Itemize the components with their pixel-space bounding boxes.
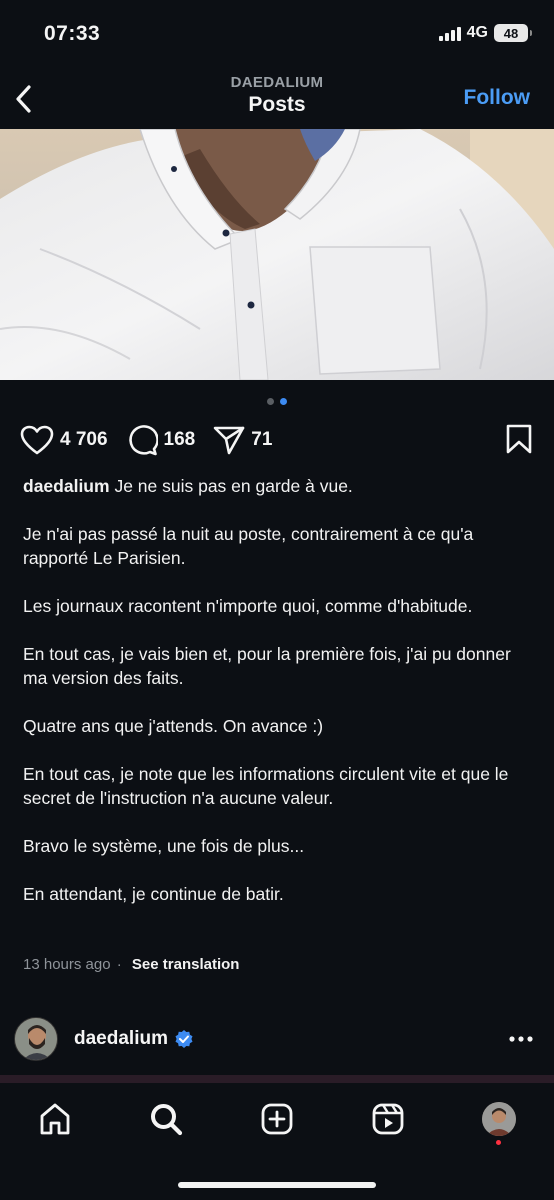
notification-dot [496, 1140, 501, 1145]
status-bar: 07:33 4G 48 [0, 0, 554, 70]
search-icon [151, 1104, 183, 1136]
post-author-username[interactable]: daedalium [74, 1028, 168, 1050]
bookmark-icon [506, 424, 532, 454]
tab-bar [0, 1083, 554, 1200]
verified-badge-icon [174, 1029, 194, 1049]
home-icon [40, 1103, 70, 1135]
caption-paragraph: Je n'ai pas passé la nuit au poste, cont… [23, 524, 474, 568]
caption-username[interactable]: daedalium [23, 476, 110, 496]
battery-icon: 48 [494, 24, 532, 42]
caption-paragraph: Les journaux racontent n'importe quoi, c… [23, 596, 473, 616]
like-count: 4 706 [60, 429, 108, 450]
more-options-button[interactable] [508, 1028, 534, 1055]
profile-avatar [482, 1102, 516, 1136]
post-meta: 13 hours ago · See translation [23, 956, 239, 973]
paper-plane-icon [213, 426, 245, 455]
comment-icon [128, 425, 158, 456]
heart-icon [20, 425, 54, 455]
post-timestamp: 13 hours ago [23, 956, 111, 973]
tab-search[interactable] [144, 1097, 188, 1141]
more-horizontal-icon [509, 1036, 533, 1042]
network-type: 4G [466, 24, 488, 41]
nav-header: DAEDALIUM Posts Follow [0, 70, 554, 128]
share-button[interactable]: 71 [213, 425, 272, 455]
comment-button[interactable]: 168 [126, 424, 196, 456]
follow-button[interactable]: Follow [464, 86, 531, 110]
carousel-dot-active [280, 398, 287, 405]
carousel-dot [267, 398, 274, 405]
next-post-header: daedalium [14, 1016, 540, 1062]
tab-reels[interactable] [366, 1097, 410, 1141]
next-post-media-preview [0, 1075, 554, 1083]
caption-first-line: daedalium Je ne suis pas en garde à vue. [23, 474, 533, 498]
caption-paragraph: En tout cas, je note que les information… [23, 764, 509, 808]
tab-create[interactable] [255, 1097, 299, 1141]
meta-separator: · [116, 956, 122, 973]
battery-level: 48 [503, 25, 519, 41]
photo-illustration [0, 129, 554, 380]
home-indicator [178, 1182, 376, 1188]
tab-home[interactable] [33, 1097, 77, 1141]
cellular-signal-icon [438, 25, 461, 41]
see-translation-link[interactable]: See translation [132, 956, 240, 973]
share-count: 71 [251, 429, 273, 450]
caption-paragraph: Quatre ans que j'attends. On avance :) [23, 716, 324, 736]
comment-count: 168 [163, 429, 196, 450]
like-button[interactable]: 4 706 [20, 425, 108, 455]
caption-text: Je ne suis pas en garde à vue. [114, 476, 353, 496]
reels-icon [372, 1103, 404, 1135]
post-caption: daedalium Je ne suis pas en garde à vue.… [23, 474, 533, 906]
status-indicators: 4G 48 [438, 24, 532, 42]
status-time: 07:33 [44, 22, 101, 45]
post-photo[interactable] [0, 129, 554, 380]
avatar[interactable] [14, 1017, 58, 1061]
save-button[interactable] [506, 424, 532, 459]
create-post-icon [261, 1103, 293, 1135]
caption-paragraph: Bravo le système, une fois de plus... [23, 836, 305, 856]
avatar-image [15, 1018, 57, 1060]
post-actions: 4 706 168 71 [20, 420, 536, 460]
caption-paragraph: En attendant, je continue de batir. [23, 884, 284, 904]
carousel-indicator [0, 398, 554, 405]
tab-profile[interactable] [477, 1097, 521, 1145]
caption-paragraph: En tout cas, je vais bien et, pour la pr… [23, 644, 511, 688]
